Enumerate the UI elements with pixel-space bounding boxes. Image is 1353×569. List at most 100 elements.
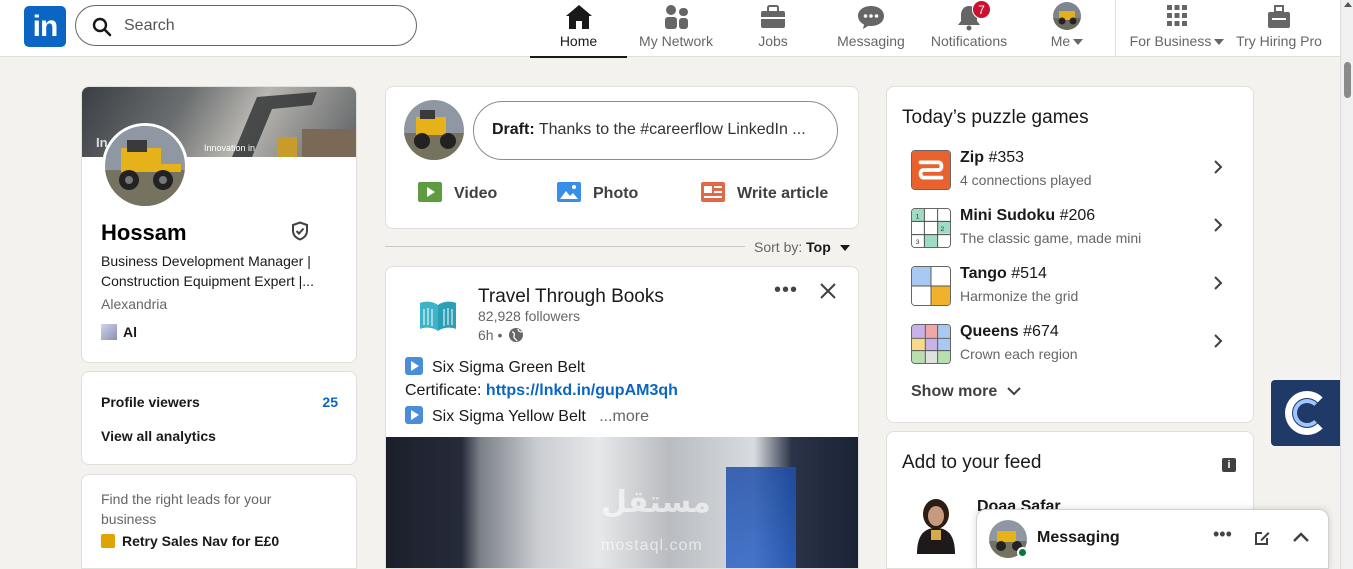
close-icon[interactable] xyxy=(818,281,838,301)
game-name: Zip #353 xyxy=(960,149,1025,166)
nav-my-network[interactable]: My Network xyxy=(630,0,722,57)
post-composer-card: Draft: Thanks to the #careerflow LinkedI… xyxy=(385,86,859,229)
nav-jobs-label: Jobs xyxy=(758,33,788,49)
chevron-right-icon xyxy=(1214,218,1223,232)
sales-nav-promo-card: Find the right leads for your business R… xyxy=(81,474,357,569)
nav-me[interactable]: Me xyxy=(1036,0,1098,57)
premium-icon xyxy=(101,534,115,548)
notifications-badge: 7 xyxy=(972,0,991,19)
nav-home[interactable]: Home xyxy=(530,0,627,58)
profile-organization[interactable]: Al xyxy=(101,324,137,340)
messaging-options-icon[interactable]: ••• xyxy=(1213,524,1232,545)
grid-icon xyxy=(1167,5,1187,26)
nav-notifications-label: Notifications xyxy=(930,33,1008,49)
info-icon[interactable]: i xyxy=(1222,458,1236,472)
nav-try-hiring-label: Try Hiring Pro xyxy=(1236,33,1322,49)
photo-button[interactable]: Photo xyxy=(557,181,638,203)
profile-name[interactable]: Hossam xyxy=(101,220,187,246)
video-button[interactable]: Video xyxy=(418,181,497,203)
puzzle-games-card: Today’s puzzle games Zip #353 4 connecti… xyxy=(886,86,1254,423)
game-subtitle: Crown each region xyxy=(960,346,1078,362)
chevron-right-icon xyxy=(1214,334,1223,348)
messaging-label[interactable]: Messaging xyxy=(1037,529,1120,547)
show-more-games-button[interactable]: Show more xyxy=(911,383,1022,401)
feed-suggestion-avatar[interactable] xyxy=(911,494,961,554)
extension-floating-button[interactable] xyxy=(1271,380,1340,446)
article-icon xyxy=(701,182,725,202)
sudoku-game-icon: 1 2 3 xyxy=(911,208,951,248)
messaging-overlay-bar[interactable]: Messaging ••• xyxy=(976,509,1329,569)
search-icon xyxy=(92,17,112,37)
write-article-button[interactable]: Write article xyxy=(701,181,828,203)
home-icon xyxy=(565,5,592,29)
game-subtitle: 4 connections played xyxy=(960,172,1092,188)
post-text-line-3: Six Sigma Yellow Belt ...more xyxy=(405,406,649,426)
zip-game-icon xyxy=(911,150,951,190)
svg-text:2: 2 xyxy=(941,226,945,233)
chevron-down-icon xyxy=(1006,387,1021,396)
profile-avatar[interactable] xyxy=(102,123,188,209)
scroll-thumb[interactable] xyxy=(1344,62,1351,98)
nav-divider xyxy=(1115,0,1116,57)
watermark-latin: mostaql.com xyxy=(601,537,703,554)
profile-stats-card: Profile viewers 25 View all analytics xyxy=(81,371,357,465)
game-mini-sudoku[interactable]: 1 2 3 Mini Sudoku #206 The classic game,… xyxy=(911,205,1236,249)
post-author-name[interactable]: Travel Through Books xyxy=(478,286,664,308)
nav-notifications[interactable]: 7 Notifications xyxy=(923,0,1015,57)
chevron-up-icon[interactable] xyxy=(1291,530,1311,544)
compose-message-icon[interactable] xyxy=(1253,529,1271,547)
people-icon xyxy=(665,5,688,29)
globe-icon xyxy=(509,328,524,342)
nav-my-network-label: My Network xyxy=(639,33,713,49)
chevron-right-icon xyxy=(1214,160,1223,174)
sort-by-dropdown[interactable]: Sort by: Top xyxy=(754,239,850,255)
see-more-link[interactable]: ...more xyxy=(599,408,649,425)
hiring-icon xyxy=(1268,5,1290,28)
page-scrollbar[interactable] xyxy=(1340,0,1353,569)
view-all-analytics-link[interactable]: View all analytics xyxy=(101,428,216,444)
start-post-draft-button[interactable]: Draft: Thanks to the #careerflow LinkedI… xyxy=(473,101,838,160)
post-link[interactable]: https://lnkd.in/gupAM3qh xyxy=(486,382,678,399)
queens-game-icon xyxy=(911,324,951,364)
game-zip[interactable]: Zip #353 4 connections played xyxy=(911,147,1236,191)
post-text-line-2: Certificate: https://lnkd.in/gupAM3qh xyxy=(405,382,678,399)
nav-try-hiring-pro[interactable]: Try Hiring Pro xyxy=(1230,0,1328,57)
profile-viewers-link[interactable]: Profile viewers xyxy=(101,394,200,410)
composer-avatar[interactable] xyxy=(404,100,464,160)
search-bar[interactable] xyxy=(75,5,417,46)
nav-me-label: Me xyxy=(1036,33,1098,49)
add-to-feed-title: Add to your feed xyxy=(902,452,1042,473)
profile-location: Alexandria xyxy=(101,296,168,312)
search-input[interactable] xyxy=(124,15,404,37)
scroll-up-icon[interactable] xyxy=(1344,2,1352,7)
profile-viewers-count[interactable]: 25 xyxy=(322,394,338,410)
me-avatar xyxy=(1053,2,1081,30)
game-tango[interactable]: Tango #514 Harmonize the grid xyxy=(911,263,1236,307)
game-subtitle: Harmonize the grid xyxy=(960,288,1079,304)
post-text-line-1: Six Sigma Green Belt xyxy=(405,357,585,377)
nav-for-business-label: For Business xyxy=(1126,33,1228,49)
svg-text:1: 1 xyxy=(916,214,920,221)
organization-icon xyxy=(101,324,117,340)
game-queens[interactable]: Queens #674 Crown each region xyxy=(911,321,1236,365)
verified-shield-icon[interactable] xyxy=(290,221,310,241)
post-image[interactable]: مستقل mostaql.com xyxy=(386,437,858,568)
online-status-dot xyxy=(1017,547,1028,558)
nav-messaging[interactable]: Messaging xyxy=(831,0,911,57)
caret-down-icon xyxy=(1073,39,1084,46)
nav-for-business[interactable]: For Business xyxy=(1126,0,1228,57)
book-logo-icon[interactable] xyxy=(410,289,466,345)
chevron-right-icon xyxy=(1214,276,1223,290)
nav-home-label: Home xyxy=(559,33,598,49)
tango-game-icon xyxy=(911,266,951,306)
nav-jobs[interactable]: Jobs xyxy=(738,0,808,57)
extension-logo-inner-icon xyxy=(1293,399,1321,427)
promo-text: Find the right leads for your business xyxy=(101,491,272,527)
feed-post-card: Travel Through Books 82,928 followers 6h… xyxy=(385,266,859,569)
post-image-blue-box xyxy=(726,467,796,568)
retry-sales-nav-link[interactable]: Retry Sales Nav for E£0 xyxy=(101,533,279,549)
svg-text:3: 3 xyxy=(916,239,920,246)
profile-headline: Business Development Manager | Construct… xyxy=(101,253,314,289)
linkedin-logo-icon[interactable]: in xyxy=(24,6,66,47)
post-more-options-icon[interactable]: ••• xyxy=(774,279,798,302)
